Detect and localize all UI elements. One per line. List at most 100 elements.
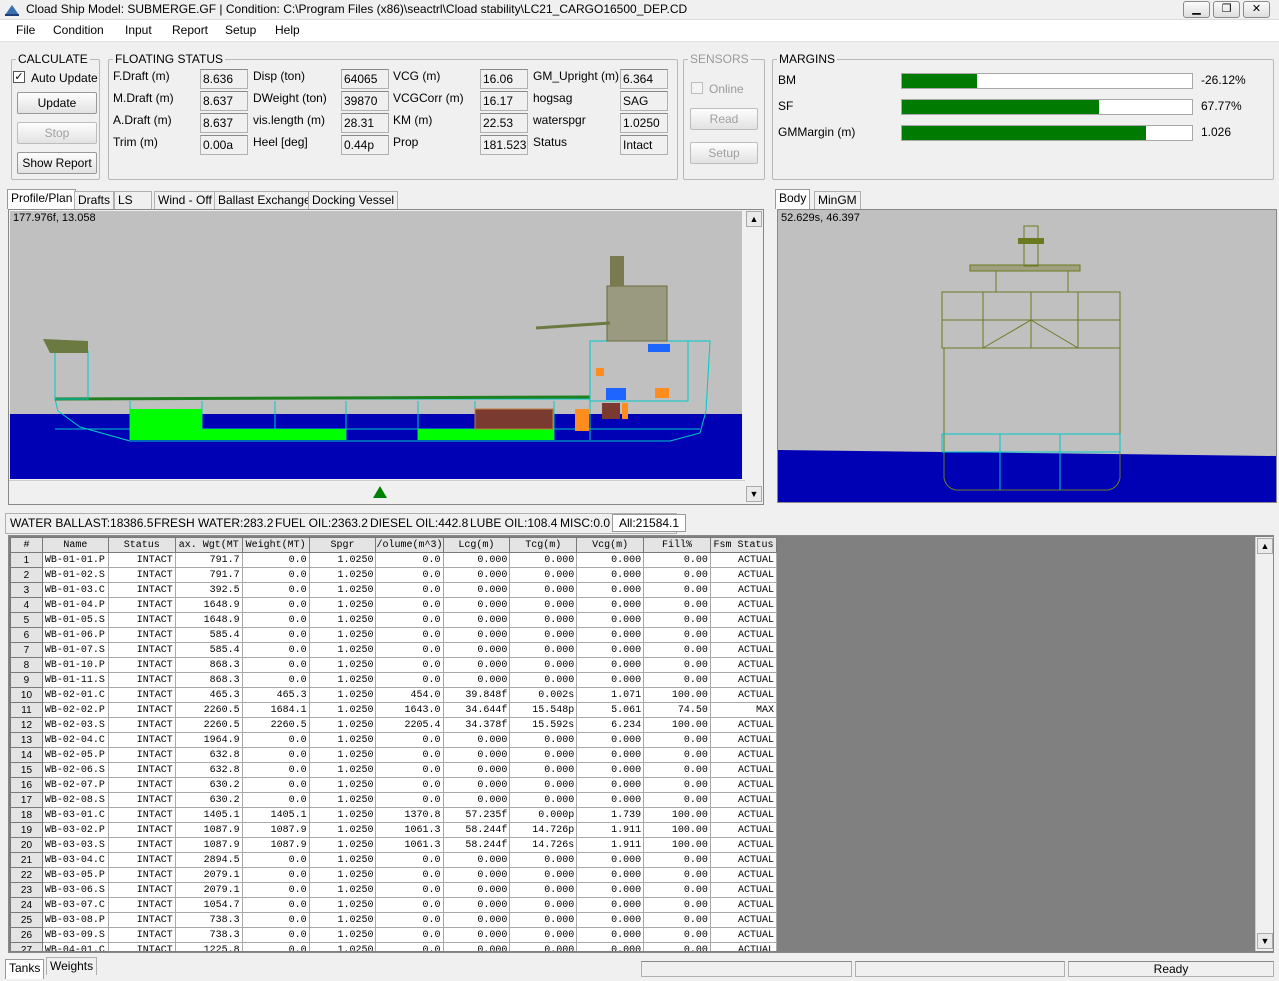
table-cell[interactable]: 0.000 xyxy=(576,657,645,673)
table-cell[interactable]: INTACT xyxy=(107,642,176,658)
table-cell[interactable]: INTACT xyxy=(107,747,176,763)
table-cell[interactable]: WB-02-01.C xyxy=(41,687,109,703)
table-cell[interactable]: 0.000 xyxy=(509,582,578,598)
table-cell[interactable]: 1.0250 xyxy=(308,702,377,718)
table-cell[interactable]: ACTUAL xyxy=(709,687,777,703)
table-cell[interactable]: 0.00 xyxy=(643,852,711,868)
table-cell[interactable]: ACTUAL xyxy=(709,612,777,628)
table-cell[interactable]: 0.000 xyxy=(442,792,511,808)
table-cell[interactable]: 1087.9 xyxy=(174,837,243,853)
table-cell[interactable]: 632.8 xyxy=(174,747,243,763)
table-row[interactable]: 22 WB-03-05.P INTACT 2079.1 0.0 1.0250 0.0 0.00… xyxy=(10,867,777,883)
table-cell[interactable]: 1087.9 xyxy=(174,822,243,838)
table-cell[interactable]: 0.0 xyxy=(241,942,310,951)
table-cell[interactable]: INTACT xyxy=(107,792,176,808)
table-cell[interactable]: 0.0 xyxy=(241,612,310,628)
table-cell[interactable]: 0.000 xyxy=(509,882,578,898)
table-row[interactable]: 13 WB-02-04.C INTACT 1964.9 0.0 1.0250 0.0 0.00… xyxy=(10,732,777,748)
table-cell[interactable]: 0.000 xyxy=(509,552,578,568)
table-cell[interactable]: 1.0250 xyxy=(308,552,377,568)
table-cell[interactable]: 0.000 xyxy=(442,582,511,598)
table-cell[interactable]: 0.000 xyxy=(576,942,645,951)
table-cell[interactable]: INTACT xyxy=(107,807,176,823)
table-cell[interactable]: 392.5 xyxy=(174,582,243,598)
table-cell[interactable]: 0.0 xyxy=(241,867,310,883)
column-header[interactable]: Tcg(m) xyxy=(509,537,578,553)
table-cell[interactable]: 1405.1 xyxy=(241,807,310,823)
table-cell[interactable]: 0.000 xyxy=(509,642,578,658)
table-cell[interactable]: WB-01-02.S xyxy=(41,567,109,583)
table-cell[interactable]: WB-03-09.S xyxy=(41,927,109,943)
table-cell[interactable]: 1.0250 xyxy=(308,597,377,613)
table-cell[interactable]: 1.0250 xyxy=(308,687,377,703)
table-row[interactable]: 17 WB-02-08.S INTACT 630.2 0.0 1.0250 0.0 0.000… xyxy=(10,792,777,808)
draft-marker-icon[interactable] xyxy=(373,486,387,498)
table-cell[interactable]: 0.000 xyxy=(576,597,645,613)
table-cell[interactable]: INTACT xyxy=(107,897,176,913)
table-cell[interactable]: 0.0 xyxy=(375,552,444,568)
show-report-button[interactable]: Show Report xyxy=(17,152,97,174)
table-cell[interactable]: 1.0250 xyxy=(308,657,377,673)
table-cell[interactable]: 0.000 xyxy=(576,552,645,568)
table-cell[interactable]: 0.000 xyxy=(509,672,578,688)
table-cell[interactable]: 1225.8 xyxy=(174,942,243,951)
table-cell[interactable]: 100.00 xyxy=(643,837,711,853)
table-cell[interactable]: ACTUAL xyxy=(709,942,777,951)
row-index[interactable]: 13 xyxy=(10,732,43,748)
table-cell[interactable]: 0.0 xyxy=(375,912,444,928)
update-button[interactable]: Update xyxy=(17,92,97,114)
table-cell[interactable]: WB-03-07.C xyxy=(41,897,109,913)
table-cell[interactable]: 0.00 xyxy=(643,942,711,951)
tab-profile-plan[interactable]: Profile/Plan xyxy=(7,189,77,209)
table-cell[interactable]: 585.4 xyxy=(174,627,243,643)
tab-lube-oil[interactable]: LUBE OIL:108.4 xyxy=(470,516,557,530)
scroll-down-icon[interactable]: ▼ xyxy=(746,486,762,502)
table-cell[interactable]: INTACT xyxy=(107,612,176,628)
table-cell[interactable]: 0.000 xyxy=(442,672,511,688)
table-row[interactable]: 1 WB-01-01.P INTACT 791.7 0.0 1.0250 0.0 0.000 0… xyxy=(10,552,777,568)
table-cell[interactable]: INTACT xyxy=(107,762,176,778)
table-cell[interactable]: 34.378f xyxy=(442,717,511,733)
table-cell[interactable]: ACTUAL xyxy=(709,732,777,748)
table-cell[interactable]: INTACT xyxy=(107,702,176,718)
table-cell[interactable]: 0.000 xyxy=(442,762,511,778)
row-index[interactable]: 4 xyxy=(10,597,43,613)
tab-fuel-oil[interactable]: FUEL OIL:2363.2 xyxy=(275,516,368,530)
table-cell[interactable]: 58.244f xyxy=(442,822,511,838)
table-cell[interactable]: 1.071 xyxy=(576,687,645,703)
table-cell[interactable]: 0.000 xyxy=(442,747,511,763)
tab-mingm[interactable]: MinGM xyxy=(814,191,861,209)
table-cell[interactable]: 1.0250 xyxy=(308,792,377,808)
table-row[interactable]: 10 WB-02-01.C INTACT 465.3 465.3 1.0250 454.0 3… xyxy=(10,687,777,703)
table-cell[interactable]: 0.0 xyxy=(241,912,310,928)
table-cell[interactable]: ACTUAL xyxy=(709,882,777,898)
table-cell[interactable]: WB-02-08.S xyxy=(41,792,109,808)
row-index[interactable]: 27 xyxy=(10,942,43,951)
table-cell[interactable]: 0.000 xyxy=(509,657,578,673)
maximize-button[interactable]: ❐ xyxy=(1213,1,1240,18)
table-cell[interactable]: 0.000 xyxy=(442,552,511,568)
table-cell[interactable]: WB-03-02.P xyxy=(41,822,109,838)
table-cell[interactable]: 0.000 xyxy=(509,762,578,778)
table-cell[interactable]: 0.0 xyxy=(375,597,444,613)
table-cell[interactable]: 0.000 xyxy=(509,912,578,928)
table-cell[interactable]: INTACT xyxy=(107,732,176,748)
table-cell[interactable]: 0.000 xyxy=(509,927,578,943)
table-cell[interactable]: 2079.1 xyxy=(174,867,243,883)
table-cell[interactable]: 1.0250 xyxy=(308,777,377,793)
tab-misc[interactable]: MISC:0.0 xyxy=(560,516,610,530)
table-cell[interactable]: 0.0 xyxy=(375,747,444,763)
table-cell[interactable]: 791.7 xyxy=(174,567,243,583)
table-cell[interactable]: WB-01-06.P xyxy=(41,627,109,643)
close-button[interactable]: ✕ xyxy=(1243,1,1270,18)
tab-fresh-water[interactable]: FRESH WATER:283.2 xyxy=(154,516,273,530)
table-cell[interactable]: 1.911 xyxy=(576,822,645,838)
table-cell[interactable]: ACTUAL xyxy=(709,912,777,928)
table-cell[interactable]: 0.000 xyxy=(442,912,511,928)
read-button[interactable]: Read xyxy=(690,108,758,130)
table-cell[interactable]: 0.000 xyxy=(576,582,645,598)
table-cell[interactable]: 0.0 xyxy=(241,567,310,583)
tab-weights[interactable]: Weights xyxy=(46,957,98,975)
table-cell[interactable]: 0.000 xyxy=(576,867,645,883)
table-cell[interactable]: 0.0 xyxy=(375,657,444,673)
